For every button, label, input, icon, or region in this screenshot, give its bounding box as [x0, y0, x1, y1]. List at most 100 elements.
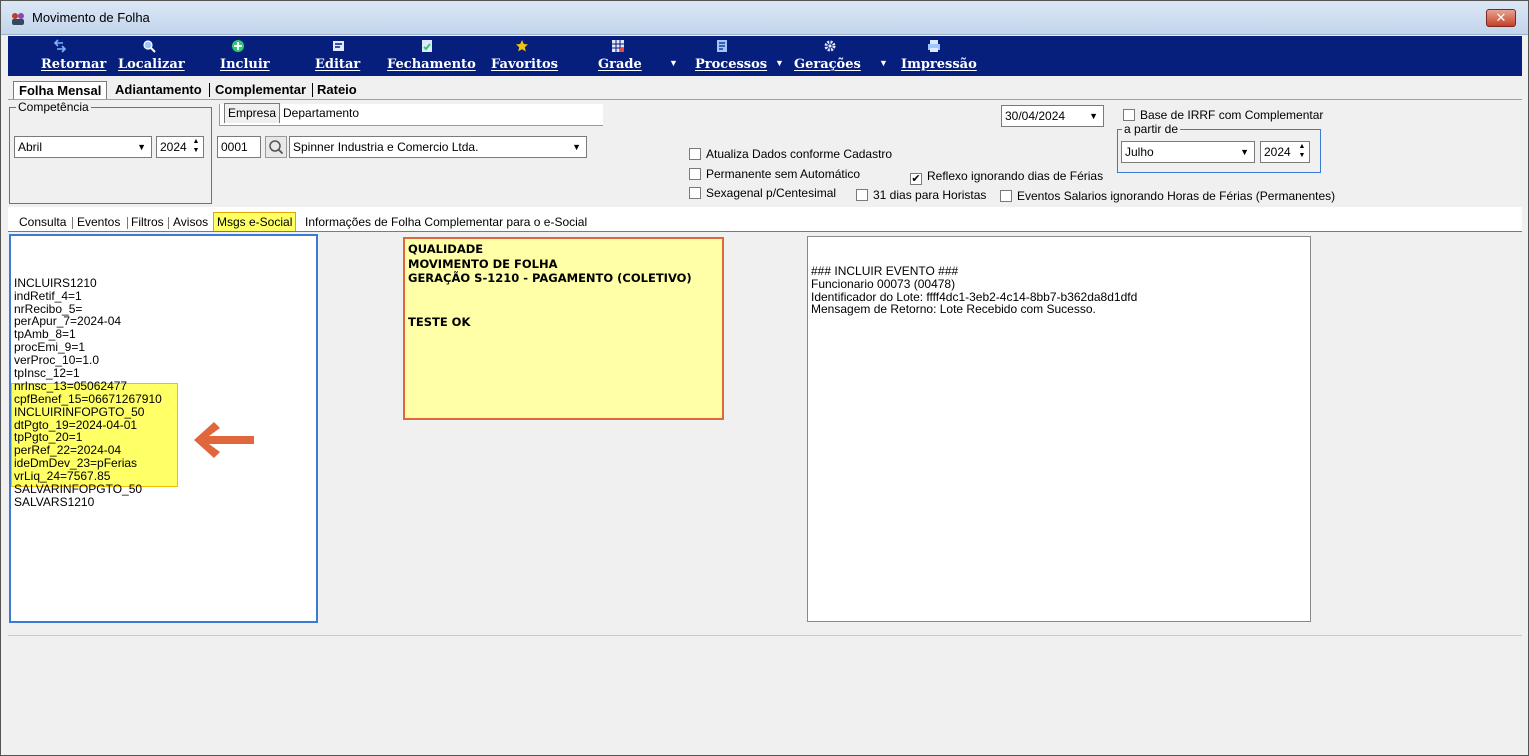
irrf-year-spinner[interactable]: 2024 ▲ ▼ — [1260, 141, 1310, 163]
processos-label: Processos — [695, 57, 768, 72]
tab-departamento[interactable]: Departamento — [280, 106, 362, 120]
note-line: MOVIMENTO DE FOLHA — [408, 256, 558, 271]
irrf-month-value: Julho — [1125, 145, 1154, 159]
fechamento-label: Fechamento — [387, 57, 476, 72]
esocial-message-memo[interactable]: INCLUIRS1210 indRetif_4=1 nrRecibo_5= perAp… — [9, 234, 318, 623]
annotation-arrow-icon — [194, 422, 254, 458]
lower-tabs-divider — [8, 231, 1522, 232]
left-memo-line: indRetif_4=1 — [14, 288, 82, 303]
base-irrf-label: Base de IRRF com Complementar — [1140, 108, 1324, 122]
irrf-year-value: 2024 — [1264, 145, 1291, 159]
right-memo-line: Mensagem de Retorno: Lote Recebido com S… — [811, 302, 1096, 317]
eventos-salarios-checkbox[interactable]: Eventos Salarios ignorando Horas de Féri… — [1000, 189, 1335, 205]
add-icon — [232, 40, 244, 52]
irrf-month-select[interactable]: Julho ▼ — [1121, 141, 1255, 163]
atualiza-dados-checkbox[interactable]: Atualiza Dados conforme Cadastro — [689, 147, 892, 163]
tab-avisos[interactable]: Avisos — [173, 215, 208, 229]
geracoes-dropdown-arrow[interactable]: ▼ — [879, 58, 888, 68]
process-icon — [717, 40, 727, 52]
left-memo-line: nrInsc_13=05062477 — [14, 378, 128, 393]
chevron-down-icon: ▼ — [572, 142, 581, 152]
reflexo-checkbox[interactable]: ✔ Reflexo ignorando dias de Férias — [910, 169, 1103, 185]
tab-filtros[interactable]: Filtros — [131, 215, 164, 229]
tab-folha-mensal[interactable]: Folha Mensal — [13, 81, 108, 99]
checkbox-box — [689, 168, 701, 180]
return-message-memo[interactable]: ### INCLUIR EVENTO ### Funcionario 00073 … — [807, 236, 1311, 622]
date-select[interactable]: 30/04/2024 ▼ — [1001, 105, 1104, 127]
note-line: TESTE OK — [408, 315, 471, 330]
tab-consulta[interactable]: Consulta — [19, 215, 66, 229]
tab-eventos[interactable]: Eventos — [77, 215, 120, 229]
competencia-year-spinner[interactable]: 2024 ▲ ▼ — [156, 136, 204, 158]
right-memo-line: Funcionario 00073 (00478) — [811, 276, 956, 291]
note-line: QUALIDADE — [408, 242, 484, 256]
window-title: Movimento de Folha — [32, 10, 150, 25]
competencia-legend: Competência — [16, 100, 91, 114]
a-partir-de-group: a partir de Julho ▼ 2024 ▲ ▼ — [1117, 122, 1321, 173]
tab-complementar[interactable]: Complementar — [210, 81, 311, 99]
empresa-search-button[interactable] — [265, 136, 287, 158]
permanente-label: Permanente sem Automático — [706, 167, 861, 181]
competencia-month-value: Abril — [18, 140, 43, 154]
grade-label: Grade — [598, 57, 642, 72]
left-memo-line: INCLUIRS1210 — [14, 275, 97, 290]
tab-separator — [168, 217, 169, 229]
note-line: GERAÇÃO S-1210 - PAGAMENTO (COLETIVO) — [408, 271, 692, 286]
checkbox-box: ✔ — [910, 173, 922, 185]
gear-icon — [824, 40, 836, 52]
tab-info-folha-complementar[interactable]: Informações de Folha Complementar para o… — [305, 215, 587, 229]
bottom-divider — [8, 635, 1522, 636]
checkbox-box — [689, 148, 701, 160]
search-icon — [269, 140, 284, 155]
a-partir-de-legend: a partir de — [1122, 122, 1181, 136]
memo-lines: INCLUIRS1210 indRetif_4=1 nrRecibo_5= perAp… — [14, 275, 313, 509]
document-check-icon — [422, 40, 432, 52]
editar-label: Editar — [315, 57, 361, 72]
eventos-salarios-label: Eventos Salarios ignorando Horas de Féri… — [1017, 189, 1336, 203]
atualiza-dados-label: Atualiza Dados conforme Cadastro — [706, 147, 893, 161]
dias31-label: 31 dias para Horistas — [873, 188, 987, 202]
spin-arrows-icon: ▲ ▼ — [1298, 143, 1306, 159]
tab-rateio[interactable]: Rateio — [312, 81, 362, 99]
tab-msgs-esocial[interactable]: Msgs e-Social — [213, 212, 297, 232]
title-bar: Movimento de Folha ✕ — [1, 1, 1528, 35]
checkbox-box — [1123, 109, 1135, 121]
star-icon — [516, 40, 528, 52]
competencia-month-select[interactable]: Abril ▼ — [14, 136, 152, 158]
competencia-group: Competência Abril ▼ 2024 ▲ ▼ — [9, 100, 212, 204]
tab-separator — [72, 217, 73, 229]
tab-adiantamento[interactable]: Adiantamento — [110, 81, 207, 99]
checkbox-box — [689, 187, 701, 199]
competencia-year-value: 2024 — [160, 140, 187, 154]
dias31-checkbox[interactable]: 31 dias para Horistas — [856, 188, 986, 204]
left-memo-line: SALVARS1210 — [14, 494, 95, 509]
left-memo-line: SALVARINFOPGTO_50 — [14, 481, 143, 496]
tab-empresa[interactable]: Empresa — [224, 103, 281, 123]
main-window: Movimento de Folha ✕ Retornar Localizar … — [0, 0, 1529, 756]
search-icon — [143, 40, 156, 53]
memo-lines: ### INCLUIR EVENTO ### Funcionario 00073 … — [811, 264, 1307, 317]
close-button[interactable]: ✕ — [1486, 9, 1516, 27]
localizar-label: Localizar — [118, 57, 185, 72]
tab-separator — [127, 217, 128, 229]
sexagenal-checkbox[interactable]: Sexagenal p/Centesimal — [689, 186, 836, 202]
permanente-checkbox[interactable]: Permanente sem Automático — [689, 167, 860, 183]
checkbox-box — [856, 189, 868, 201]
incluir-label: Incluir — [220, 57, 270, 72]
left-memo-line: tpInsc_12=1 — [14, 365, 80, 380]
toolbar: Retornar Localizar Incluir Editar Fecham… — [8, 36, 1522, 76]
checkbox-box — [1000, 190, 1012, 202]
grade-dropdown-arrow[interactable]: ▼ — [669, 58, 678, 68]
app-icon — [12, 13, 24, 25]
grid-icon — [612, 40, 624, 52]
empresa-tabs: Empresa Departamento — [219, 103, 603, 126]
favoritos-label: Favoritos — [491, 57, 558, 72]
chevron-down-icon: ▼ — [1089, 111, 1098, 121]
reflexo-label: Reflexo ignorando dias de Férias — [927, 169, 1104, 183]
processos-dropdown-arrow[interactable]: ▼ — [775, 58, 784, 68]
retornar-label: Retornar — [41, 57, 107, 72]
empresa-name-select[interactable]: Spinner Industria e Comercio Ltda. ▼ — [289, 136, 587, 158]
empresa-code-field[interactable]: 0001 — [217, 136, 261, 158]
impressao-label: Impressão — [901, 57, 977, 72]
date-value: 30/04/2024 — [1005, 109, 1066, 123]
